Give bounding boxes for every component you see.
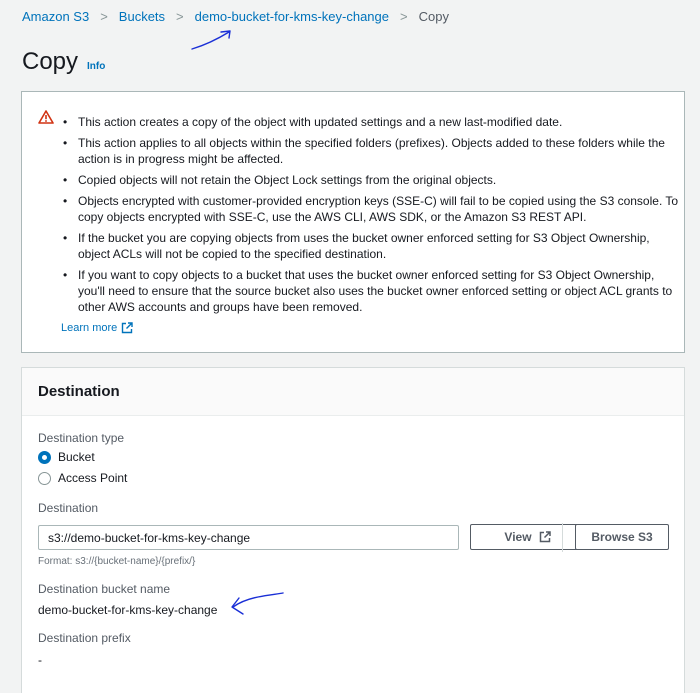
breadcrumb-amazon-s3[interactable]: Amazon S3	[22, 9, 89, 24]
radio-access-point-label: Access Point	[58, 471, 128, 485]
breadcrumb: Amazon S3 > Buckets > demo-bucket-for-km…	[22, 9, 449, 24]
learn-more-link[interactable]: Learn more	[61, 322, 133, 334]
warning-item: If you want to copy objects to a bucket …	[63, 267, 681, 315]
info-link[interactable]: Info	[87, 61, 105, 72]
prefix-value: -	[38, 653, 42, 667]
browse-s3-button[interactable]: Browse S3	[575, 524, 669, 550]
warning-item: Objects encrypted with customer-provided…	[63, 193, 681, 225]
bucket-name-label: Destination bucket name	[38, 582, 171, 596]
warning-alert: This action creates a copy of the object…	[21, 91, 685, 353]
breadcrumb-current: Copy	[418, 9, 449, 24]
warning-icon	[38, 110, 54, 124]
destination-panel: Destination Destination type Bucket Acce…	[21, 367, 685, 693]
view-button-label: View	[504, 530, 532, 544]
bucket-name-value: demo-bucket-for-kms-key-change	[38, 603, 218, 617]
external-link-icon	[539, 531, 551, 543]
warning-item: If the bucket you are copying objects fr…	[63, 230, 681, 262]
breadcrumb-buckets[interactable]: Buckets	[119, 9, 165, 24]
radio-access-point-indicator[interactable]	[38, 471, 51, 485]
warning-item: Copied objects will not retain the Objec…	[63, 172, 681, 188]
radio-bucket-indicator[interactable]	[38, 450, 51, 464]
divider	[562, 523, 563, 552]
destination-heading: Destination	[38, 383, 120, 400]
warning-item: This action creates a copy of the object…	[63, 114, 681, 130]
chevron-right-icon: >	[400, 9, 408, 24]
learn-more-label: Learn more	[61, 322, 118, 334]
destination-field-label: Destination	[38, 501, 99, 515]
page-title: Copy	[22, 48, 79, 75]
chevron-right-icon: >	[100, 9, 108, 24]
external-link-icon	[122, 322, 133, 334]
destination-input[interactable]	[38, 525, 459, 550]
warning-list: This action creates a copy of the object…	[63, 114, 681, 320]
destination-header: Destination	[22, 368, 684, 416]
page-header: Copy Info	[22, 48, 105, 76]
radio-access-point[interactable]: Access Point	[38, 471, 127, 485]
radio-bucket-label: Bucket	[58, 450, 95, 464]
format-hint: Format: s3://{bucket-name}/{prefix/}	[38, 556, 196, 567]
breadcrumb-bucket[interactable]: demo-bucket-for-kms-key-change	[195, 9, 389, 24]
chevron-right-icon: >	[176, 9, 184, 24]
radio-bucket[interactable]: Bucket	[38, 450, 95, 464]
annotation-arrow-icon	[191, 30, 231, 50]
destination-type-label: Destination type	[38, 431, 125, 445]
view-button[interactable]: View	[470, 524, 585, 550]
prefix-label: Destination prefix	[38, 631, 131, 645]
warning-item: This action applies to all objects withi…	[63, 135, 681, 167]
